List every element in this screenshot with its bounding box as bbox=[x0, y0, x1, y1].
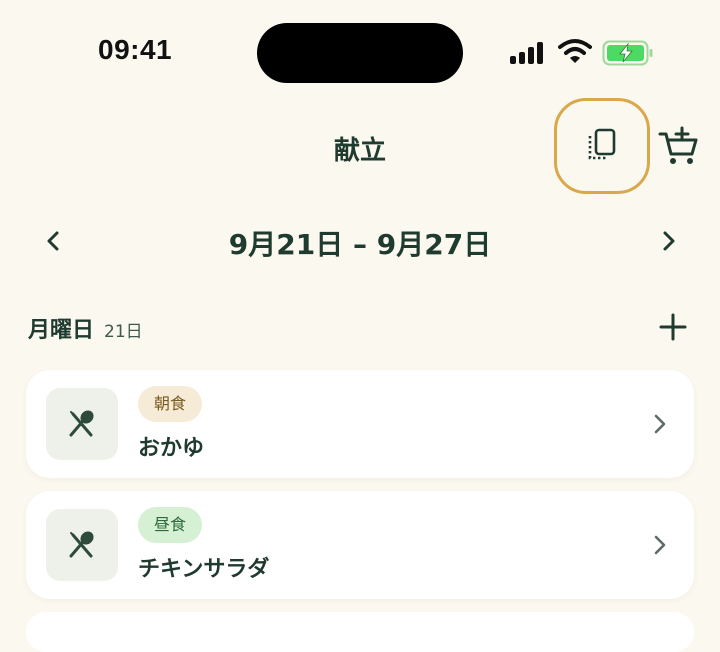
week-navigator: 9月21日 – 9月27日 bbox=[0, 215, 720, 267]
meal-thumbnail bbox=[46, 509, 118, 581]
meal-card-breakfast[interactable]: 朝食 おかゆ bbox=[26, 370, 694, 478]
copy-pages-icon bbox=[588, 128, 616, 160]
meal-card-lunch[interactable]: 昼食 チキンサラダ bbox=[26, 491, 694, 599]
meal-type-badge: 朝食 bbox=[138, 386, 203, 422]
status-bar: 09:41 bbox=[0, 0, 720, 100]
chevron-right-icon bbox=[654, 414, 666, 434]
day-header: 月曜日 21日 bbox=[28, 312, 692, 346]
meal-thumbnail bbox=[46, 388, 118, 460]
dynamic-island bbox=[257, 23, 463, 83]
cart-add-icon[interactable] bbox=[658, 126, 700, 168]
copy-week-button[interactable] bbox=[554, 98, 650, 194]
meal-type-badge: 昼食 bbox=[138, 507, 203, 543]
cellular-signal-icon bbox=[510, 40, 548, 64]
utensils-icon bbox=[69, 531, 94, 558]
meal-name: おかゆ bbox=[138, 436, 205, 461]
add-meal-button[interactable] bbox=[658, 312, 688, 342]
meal-card-partial[interactable] bbox=[26, 612, 694, 652]
week-range-label: 9月21日 – 9月27日 bbox=[228, 228, 492, 261]
status-time: 09:41 bbox=[98, 34, 173, 65]
utensils-icon bbox=[69, 410, 94, 437]
meal-name: チキンサラダ bbox=[138, 557, 270, 582]
next-week-button[interactable] bbox=[652, 225, 684, 257]
day-name: 月曜日 bbox=[28, 318, 95, 343]
wifi-icon bbox=[558, 39, 592, 63]
battery-charging-icon bbox=[602, 40, 653, 66]
day-date: 21日 bbox=[104, 322, 143, 342]
chevron-right-icon bbox=[654, 535, 666, 555]
